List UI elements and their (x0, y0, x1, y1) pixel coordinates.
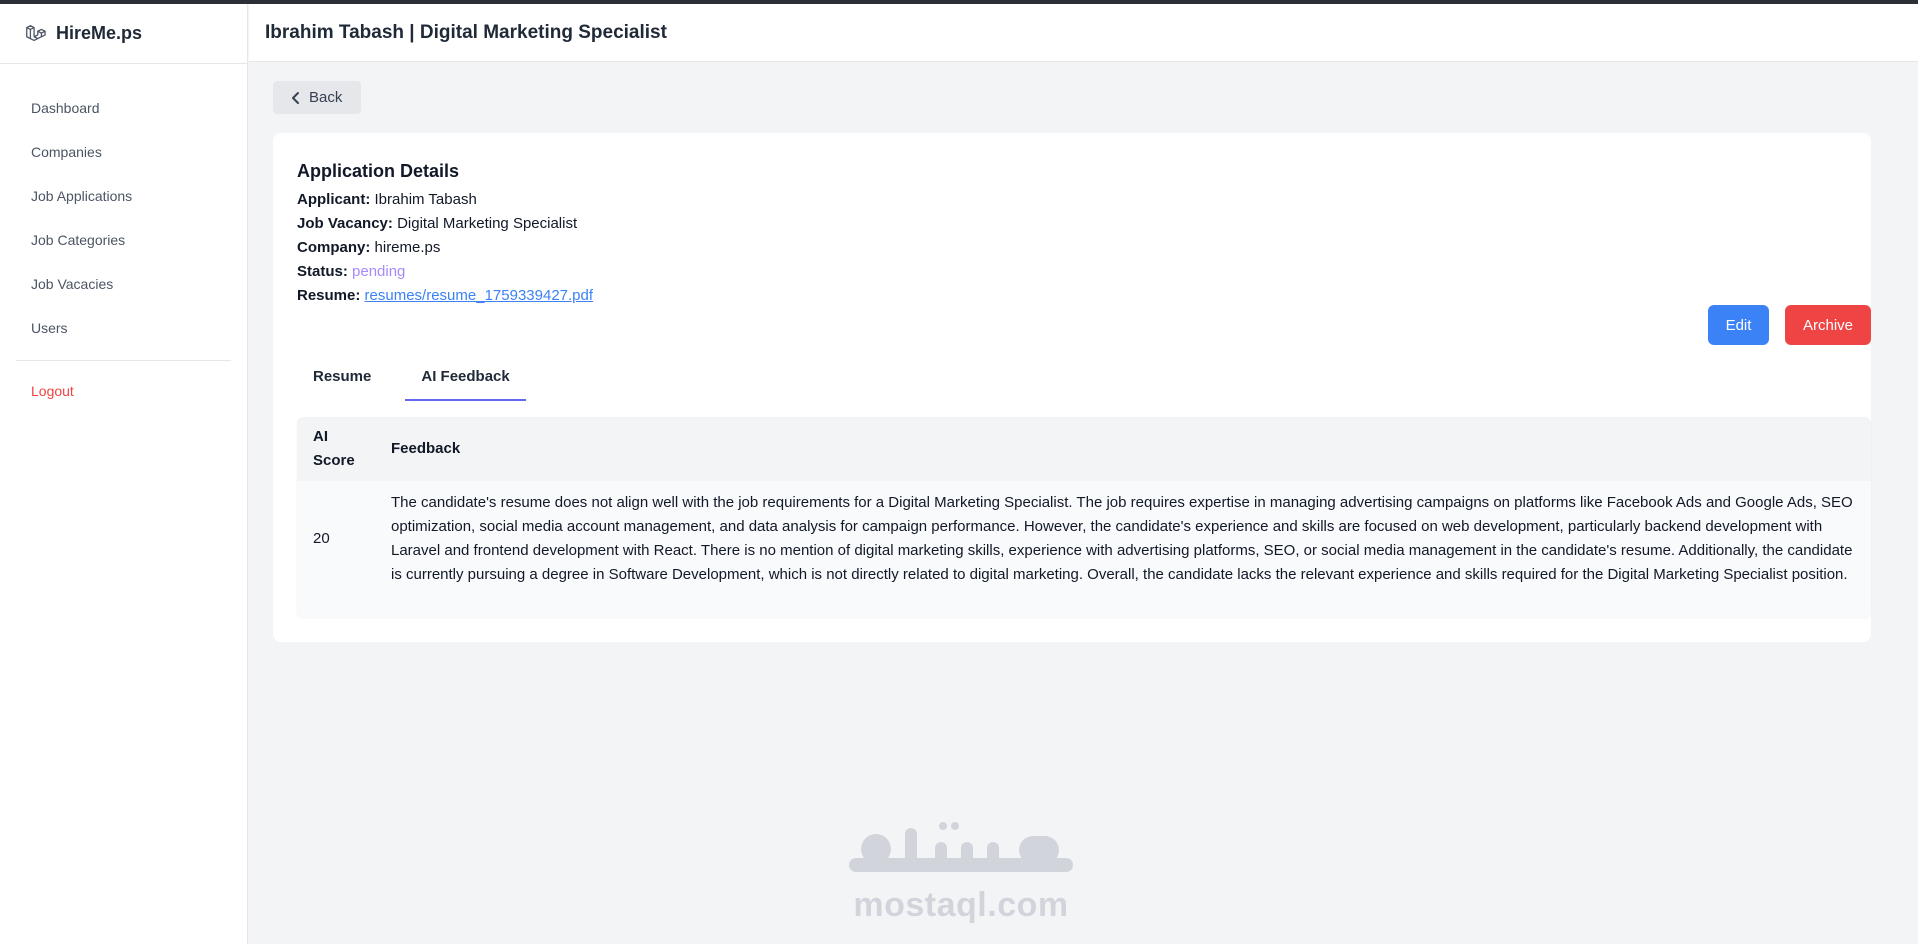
sidebar: HireMe.ps Dashboard Companies Job Applic… (0, 4, 248, 944)
sidebar-item-dashboard[interactable]: Dashboard (0, 86, 247, 130)
sidebar-item-users[interactable]: Users (0, 306, 247, 350)
laravel-logo-icon (26, 24, 46, 41)
sidebar-divider (16, 360, 231, 361)
feedback-cell: The candidate's resume does not align we… (391, 494, 1853, 583)
feedback-table: AI Score Feedback 20 The candidate's res… (297, 417, 1871, 595)
detail-vacancy: Job Vacancy: Digital Marketing Specialis… (297, 212, 593, 236)
table-row: 20 The candidate's resume does not align… (297, 481, 1871, 595)
table-header-row: AI Score Feedback (297, 417, 1871, 481)
watermark-text: mostaql.com (853, 886, 1069, 924)
tab-resume[interactable]: Resume (297, 359, 387, 401)
tab-bar: Resume AI Feedback (297, 359, 544, 401)
sidebar-nav: Dashboard Companies Job Applications Job… (0, 64, 247, 413)
sidebar-item-companies[interactable]: Companies (0, 130, 247, 174)
applicant-value: Ibrahim Tabash (374, 191, 477, 208)
detail-label: Status: (297, 263, 348, 280)
detail-label: Company: (297, 239, 371, 256)
feedback-table-container: AI Score Feedback 20 The candidate's res… (297, 417, 1871, 617)
resume-link[interactable]: resumes/resume_1759339427.pdf (365, 287, 594, 304)
detail-company: Company: hireme.ps (297, 236, 593, 260)
detail-status: Status: pending (297, 260, 593, 284)
tab-ai-feedback[interactable]: AI Feedback (405, 359, 526, 401)
detail-label: Applicant: (297, 191, 371, 208)
detail-resume: Resume: resumes/resume_1759339427.pdf (297, 284, 593, 308)
sidebar-item-job-categories[interactable]: Job Categories (0, 218, 247, 262)
brand-name: HireMe.ps (56, 23, 143, 43)
brand[interactable]: HireMe.ps (0, 4, 247, 64)
detail-label: Resume: (297, 287, 361, 304)
page-header: Ibrahim Tabash | Digital Marketing Speci… (249, 4, 1918, 62)
detail-applicant: Applicant: Ibrahim Tabash (297, 188, 593, 212)
details-title: Application Details (297, 161, 460, 181)
sidebar-item-logout[interactable]: Logout (0, 369, 247, 413)
edit-button[interactable]: Edit (1708, 305, 1769, 345)
sidebar-item-job-vacancies[interactable]: Job Vacacies (0, 262, 247, 306)
application-details: Application Details Applicant: Ibrahim T… (297, 161, 593, 308)
back-button[interactable]: Back (273, 81, 361, 114)
column-header-ai-score: AI Score (313, 428, 355, 469)
status-badge: pending (352, 263, 406, 280)
sidebar-item-job-applications[interactable]: Job Applications (0, 174, 247, 218)
application-card: Application Details Applicant: Ibrahim T… (273, 133, 1871, 642)
mostaql-watermark-logo (849, 822, 1073, 872)
column-header-feedback: Feedback (391, 440, 461, 457)
company-value: hireme.ps (374, 239, 441, 256)
vacancy-value: Digital Marketing Specialist (397, 215, 578, 232)
back-button-label: Back (309, 89, 343, 106)
chevron-left-icon (292, 91, 299, 104)
archive-button[interactable]: Archive (1785, 305, 1871, 345)
page-title: Ibrahim Tabash | Digital Marketing Speci… (265, 21, 667, 43)
ai-score-cell: 20 (313, 530, 330, 547)
detail-label: Job Vacancy: (297, 215, 393, 232)
